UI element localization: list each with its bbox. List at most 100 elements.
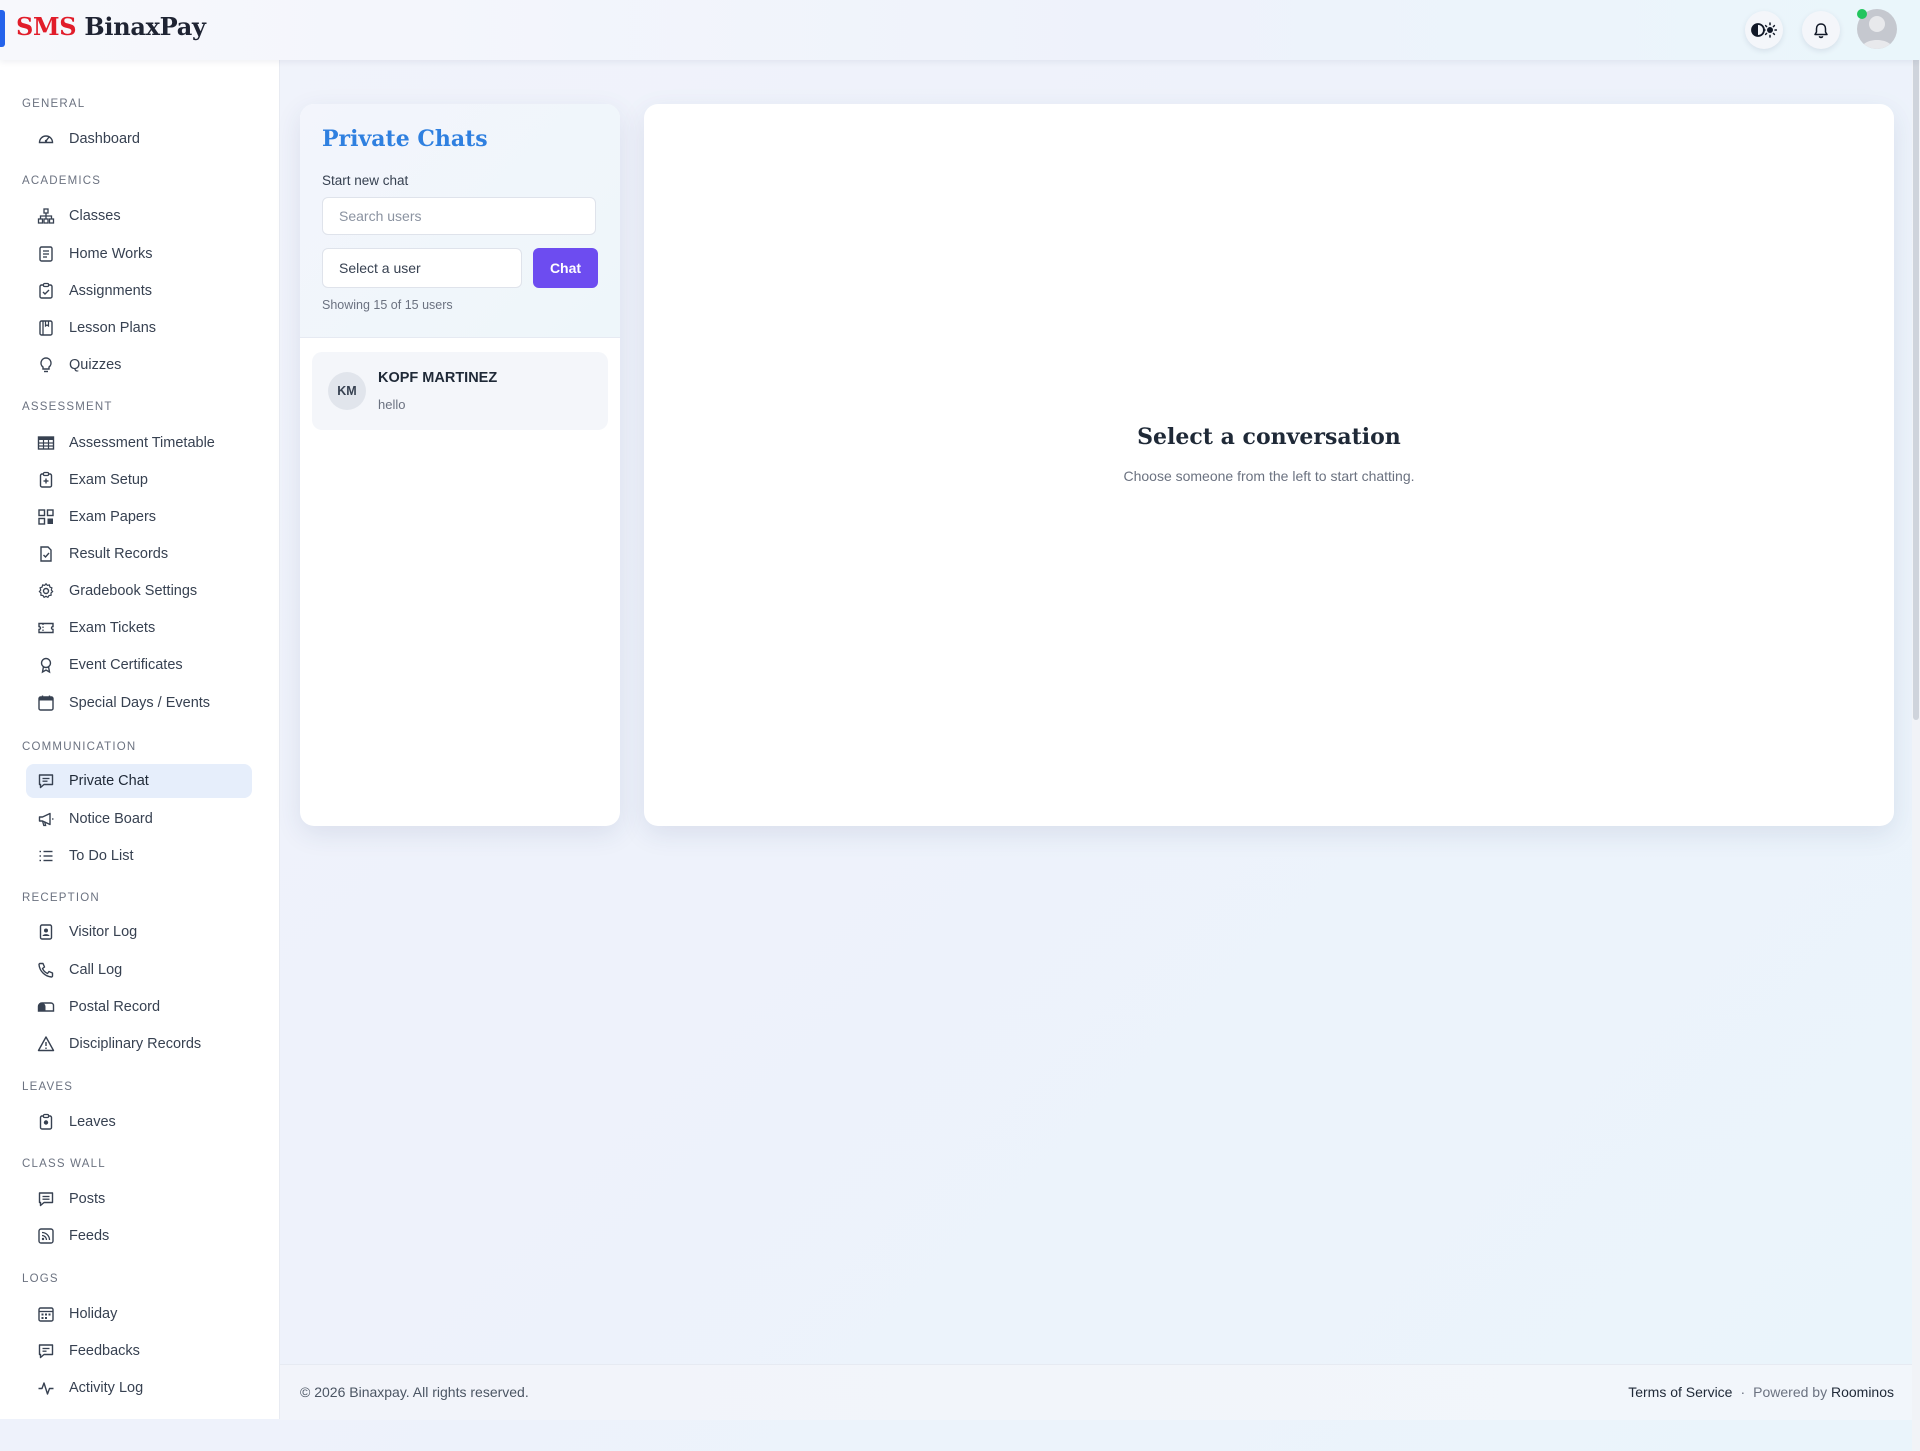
brand-name: BinaxPay xyxy=(84,12,206,41)
sidebar-item-label: Assessment Timetable xyxy=(69,435,215,451)
sidebar-item-disciplinary-records[interactable]: Disciplinary Records xyxy=(26,1027,252,1061)
select-user-dropdown[interactable]: Select a user xyxy=(322,248,522,288)
sidebar-item-dashboard[interactable]: Dashboard xyxy=(26,122,252,156)
comment-icon xyxy=(36,1189,56,1209)
brand-logo[interactable]: SMS BinaxPay xyxy=(16,12,206,41)
sidebar-item-exam-setup[interactable]: Exam Setup xyxy=(26,463,252,497)
activity-icon xyxy=(36,1378,56,1398)
sidebar-item-exam-papers[interactable]: Exam Papers xyxy=(26,500,252,534)
sidebar-item-gradebook-settings[interactable]: Gradebook Settings xyxy=(26,574,252,608)
search-users-input[interactable] xyxy=(322,197,596,235)
sidebar-item-assessment-timetable[interactable]: Assessment Timetable xyxy=(26,426,252,460)
chat-list-title: Private Chats xyxy=(322,126,488,152)
select-user-value: Select a user xyxy=(339,260,421,276)
section-general: GENERAL xyxy=(22,98,86,110)
warning-icon xyxy=(36,1034,56,1054)
start-chat-button[interactable]: Chat xyxy=(533,248,598,288)
sidebar-item-label: Notice Board xyxy=(69,811,153,827)
sidebar-item-quizzes[interactable]: Quizzes xyxy=(26,348,252,382)
sidebar-item-special-days-events[interactable]: Special Days / Events xyxy=(26,686,252,720)
footer-separator: · xyxy=(1740,1384,1746,1400)
sidebar-item-posts[interactable]: Posts xyxy=(26,1182,252,1216)
sidebar-item-label: Special Days / Events xyxy=(69,695,211,711)
brand-sms: SMS xyxy=(16,12,77,41)
section-assessment: ASSESSMENT xyxy=(22,401,113,413)
sidebar-item-label: Disciplinary Records xyxy=(69,1036,202,1052)
footer: © 2026 Binaxpay. All rights reserved. Te… xyxy=(280,1364,1916,1420)
sidebar-item-label: Result Records xyxy=(69,546,169,562)
sidebar-item-event-certificates[interactable]: Event Certificates xyxy=(26,648,252,682)
sidebar-item-label: Quizzes xyxy=(69,357,122,373)
sidebar-item-label: Leaves xyxy=(69,1114,116,1130)
grid-icon xyxy=(36,507,56,527)
sidebar-item-result-records[interactable]: Result Records xyxy=(26,537,252,571)
calendar-icon xyxy=(36,693,56,713)
rss-icon xyxy=(36,1226,56,1246)
sidebar-item-label: Exam Setup xyxy=(69,472,148,488)
section-communication: COMMUNICATION xyxy=(22,741,137,753)
conversation-item[interactable]: KM KOPF MARTINEZ hello xyxy=(312,352,608,430)
conversation-name: KOPF MARTINEZ xyxy=(378,370,498,386)
sidebar-item-label: Gradebook Settings xyxy=(69,583,198,599)
document-check-icon xyxy=(36,544,56,564)
section-logs: LOGS xyxy=(22,1273,59,1285)
page-scrollbar-thumb[interactable] xyxy=(1913,0,1919,720)
ticket-icon xyxy=(36,618,56,638)
sidebar-item-feedbacks[interactable]: Feedbacks xyxy=(26,1334,252,1368)
sidebar-item-label: Home Works xyxy=(69,246,153,262)
sidebar-item-private-chat[interactable]: Private Chat xyxy=(26,764,252,798)
clipboard-check-icon xyxy=(36,281,56,301)
chat-icon xyxy=(36,771,56,791)
sidebar: GENERAL Dashboard ACADEMICS Classes Home… xyxy=(0,60,280,1419)
section-class-wall: CLASS WALL xyxy=(22,1158,106,1170)
powered-by-text: Powered by Roominos xyxy=(1753,1384,1894,1400)
hierarchy-icon xyxy=(36,206,56,226)
section-leaves: LEAVES xyxy=(22,1081,74,1093)
sidebar-item-lesson-plans[interactable]: Lesson Plans xyxy=(26,311,252,345)
gauge-icon xyxy=(36,129,56,149)
chat-list-panel: Private Chats Start new chat Select a us… xyxy=(300,104,620,826)
sidebar-item-classes[interactable]: Classes xyxy=(26,199,252,233)
section-academics: ACADEMICS xyxy=(22,175,102,187)
mailbox-icon xyxy=(36,997,56,1017)
document-icon xyxy=(36,244,56,264)
feedback-icon xyxy=(36,1341,56,1361)
sidebar-item-call-log[interactable]: Call Log xyxy=(26,953,252,987)
start-new-chat-label: Start new chat xyxy=(322,173,409,188)
sidebar-item-holiday[interactable]: Holiday xyxy=(26,1297,252,1331)
sidebar-item-visitor-log[interactable]: Visitor Log xyxy=(26,915,252,949)
sidebar-item-exam-tickets[interactable]: Exam Tickets xyxy=(26,611,252,645)
sidebar-item-feeds[interactable]: Feeds xyxy=(26,1219,252,1253)
chat-list-header: Private Chats Start new chat Select a us… xyxy=(300,104,620,338)
section-reception: RECEPTION xyxy=(22,892,100,904)
sidebar-item-label: Feeds xyxy=(69,1228,110,1244)
powered-by-link[interactable]: Roominos xyxy=(1831,1384,1894,1400)
calendar-list-icon xyxy=(36,1304,56,1324)
brand-accent-bar xyxy=(0,10,5,47)
sidebar-item-label: Dashboard xyxy=(69,131,140,147)
book-icon xyxy=(36,318,56,338)
online-status-dot xyxy=(1857,9,1867,19)
lightbulb-icon xyxy=(36,355,56,375)
sidebar-item-label: Postal Record xyxy=(69,999,161,1015)
theme-toggle-icon xyxy=(1751,22,1777,38)
sidebar-item-label: To Do List xyxy=(69,848,134,864)
phone-icon xyxy=(36,960,56,980)
sidebar-item-label: Assignments xyxy=(69,283,153,299)
sidebar-item-label: Posts xyxy=(69,1191,106,1207)
sidebar-item-label: Call Log xyxy=(69,962,123,978)
notifications-button[interactable] xyxy=(1802,11,1840,49)
sidebar-item-to-do-list[interactable]: To Do List xyxy=(26,839,252,873)
terms-of-service-link[interactable]: Terms of Service xyxy=(1628,1384,1732,1400)
sidebar-item-postal-record[interactable]: Postal Record xyxy=(26,990,252,1024)
sidebar-item-label: Lesson Plans xyxy=(69,320,157,336)
sidebar-item-leaves[interactable]: Leaves xyxy=(26,1105,252,1139)
id-badge-icon xyxy=(36,922,56,942)
sidebar-item-activity-log[interactable]: Activity Log xyxy=(26,1371,252,1405)
empty-state-title: Select a conversation xyxy=(1137,424,1401,450)
sidebar-item-assignments[interactable]: Assignments xyxy=(26,274,252,308)
sidebar-item-home-works[interactable]: Home Works xyxy=(26,237,252,271)
theme-toggle-button[interactable] xyxy=(1745,11,1783,49)
sidebar-item-notice-board[interactable]: Notice Board xyxy=(26,802,252,836)
sidebar-item-label: Event Certificates xyxy=(69,657,183,673)
